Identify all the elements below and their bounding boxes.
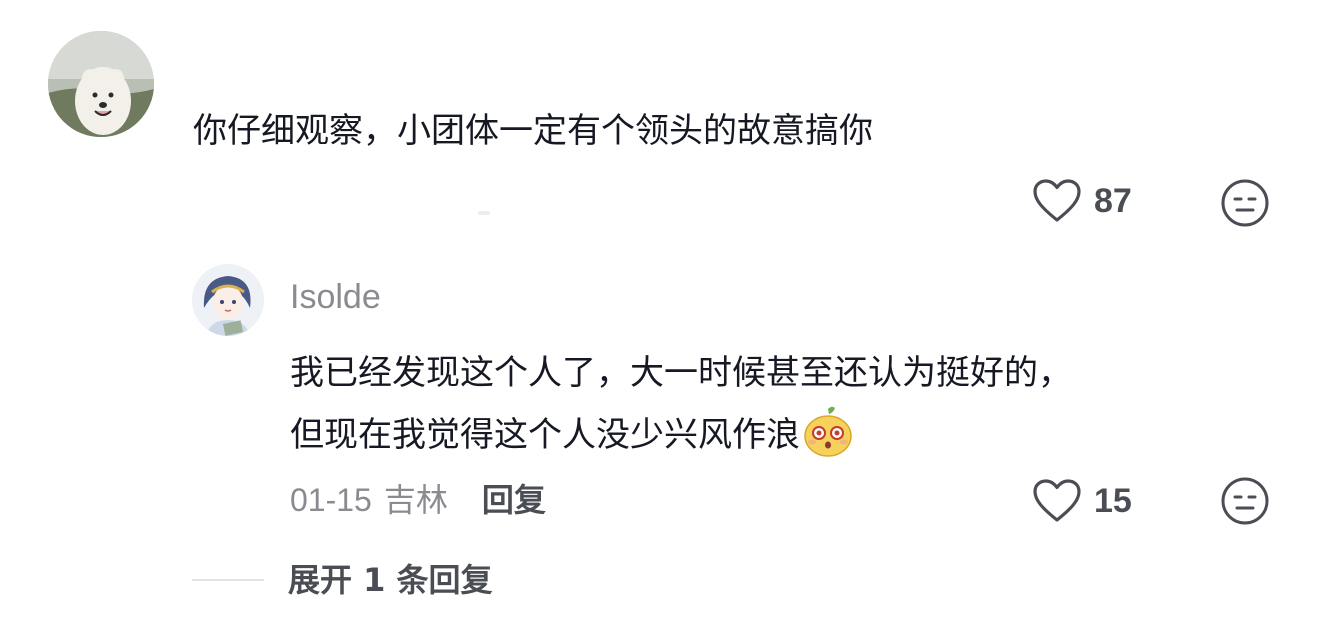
- comment-text: 你仔细观察，小团体一定有个领头的故意搞你: [193, 111, 873, 151]
- reply-meta: 01-15 吉林 回复: [290, 476, 546, 524]
- heart-outline-icon: [1033, 479, 1081, 522]
- heart-outline-icon: [1033, 179, 1081, 222]
- reply-text-line: 我已经发现这个人了，大一时候甚至还认为挺好的，: [290, 353, 1072, 393]
- reply-text-line: 但现在我觉得这个人没少兴风作浪: [290, 404, 1250, 466]
- comment-actions: 87: [1032, 178, 1132, 224]
- commenter-avatar[interactable]: [48, 31, 154, 137]
- expand-replies-button[interactable]: 展开 1 条回复: [288, 556, 493, 604]
- comment-dislike-button[interactable]: [1220, 178, 1270, 228]
- reply-actions: 15: [1032, 478, 1132, 524]
- surprised-mango-emoji-icon: [802, 405, 854, 459]
- comment-like-button[interactable]: 87: [1032, 178, 1132, 224]
- comment-like-count: 87: [1094, 181, 1132, 220]
- expand-divider: [192, 579, 264, 581]
- comment-thread: 你仔细观察，小团体一定有个领头的故意搞你 87 Isolde 我已经发现这个人了…: [0, 0, 1320, 624]
- reply-like-button[interactable]: 15: [1032, 478, 1132, 524]
- anime-girl-avatar-icon: [192, 264, 264, 336]
- reply-like-count: 15: [1094, 481, 1132, 520]
- reply-location: 吉林: [383, 481, 448, 519]
- expand-replies-row: 展开 1 条回复: [192, 556, 493, 604]
- dog-avatar-icon: [48, 31, 154, 137]
- reply-button[interactable]: 回复: [482, 476, 546, 524]
- meh-face-icon: [1221, 477, 1269, 525]
- reply-author-avatar[interactable]: [192, 264, 264, 336]
- meh-face-icon: [1221, 179, 1269, 227]
- reply-author-name[interactable]: Isolde: [290, 272, 381, 322]
- divider-mark: [478, 211, 490, 215]
- reply-text: 我已经发现这个人了，大一时候甚至还认为挺好的， 但现在我觉得这个人没少兴风作浪: [290, 342, 1250, 466]
- reply-date: 01-15: [290, 482, 372, 518]
- reply-text-line-content: 但现在我觉得这个人没少兴风作浪: [290, 415, 800, 455]
- reply-dislike-button[interactable]: [1220, 476, 1270, 526]
